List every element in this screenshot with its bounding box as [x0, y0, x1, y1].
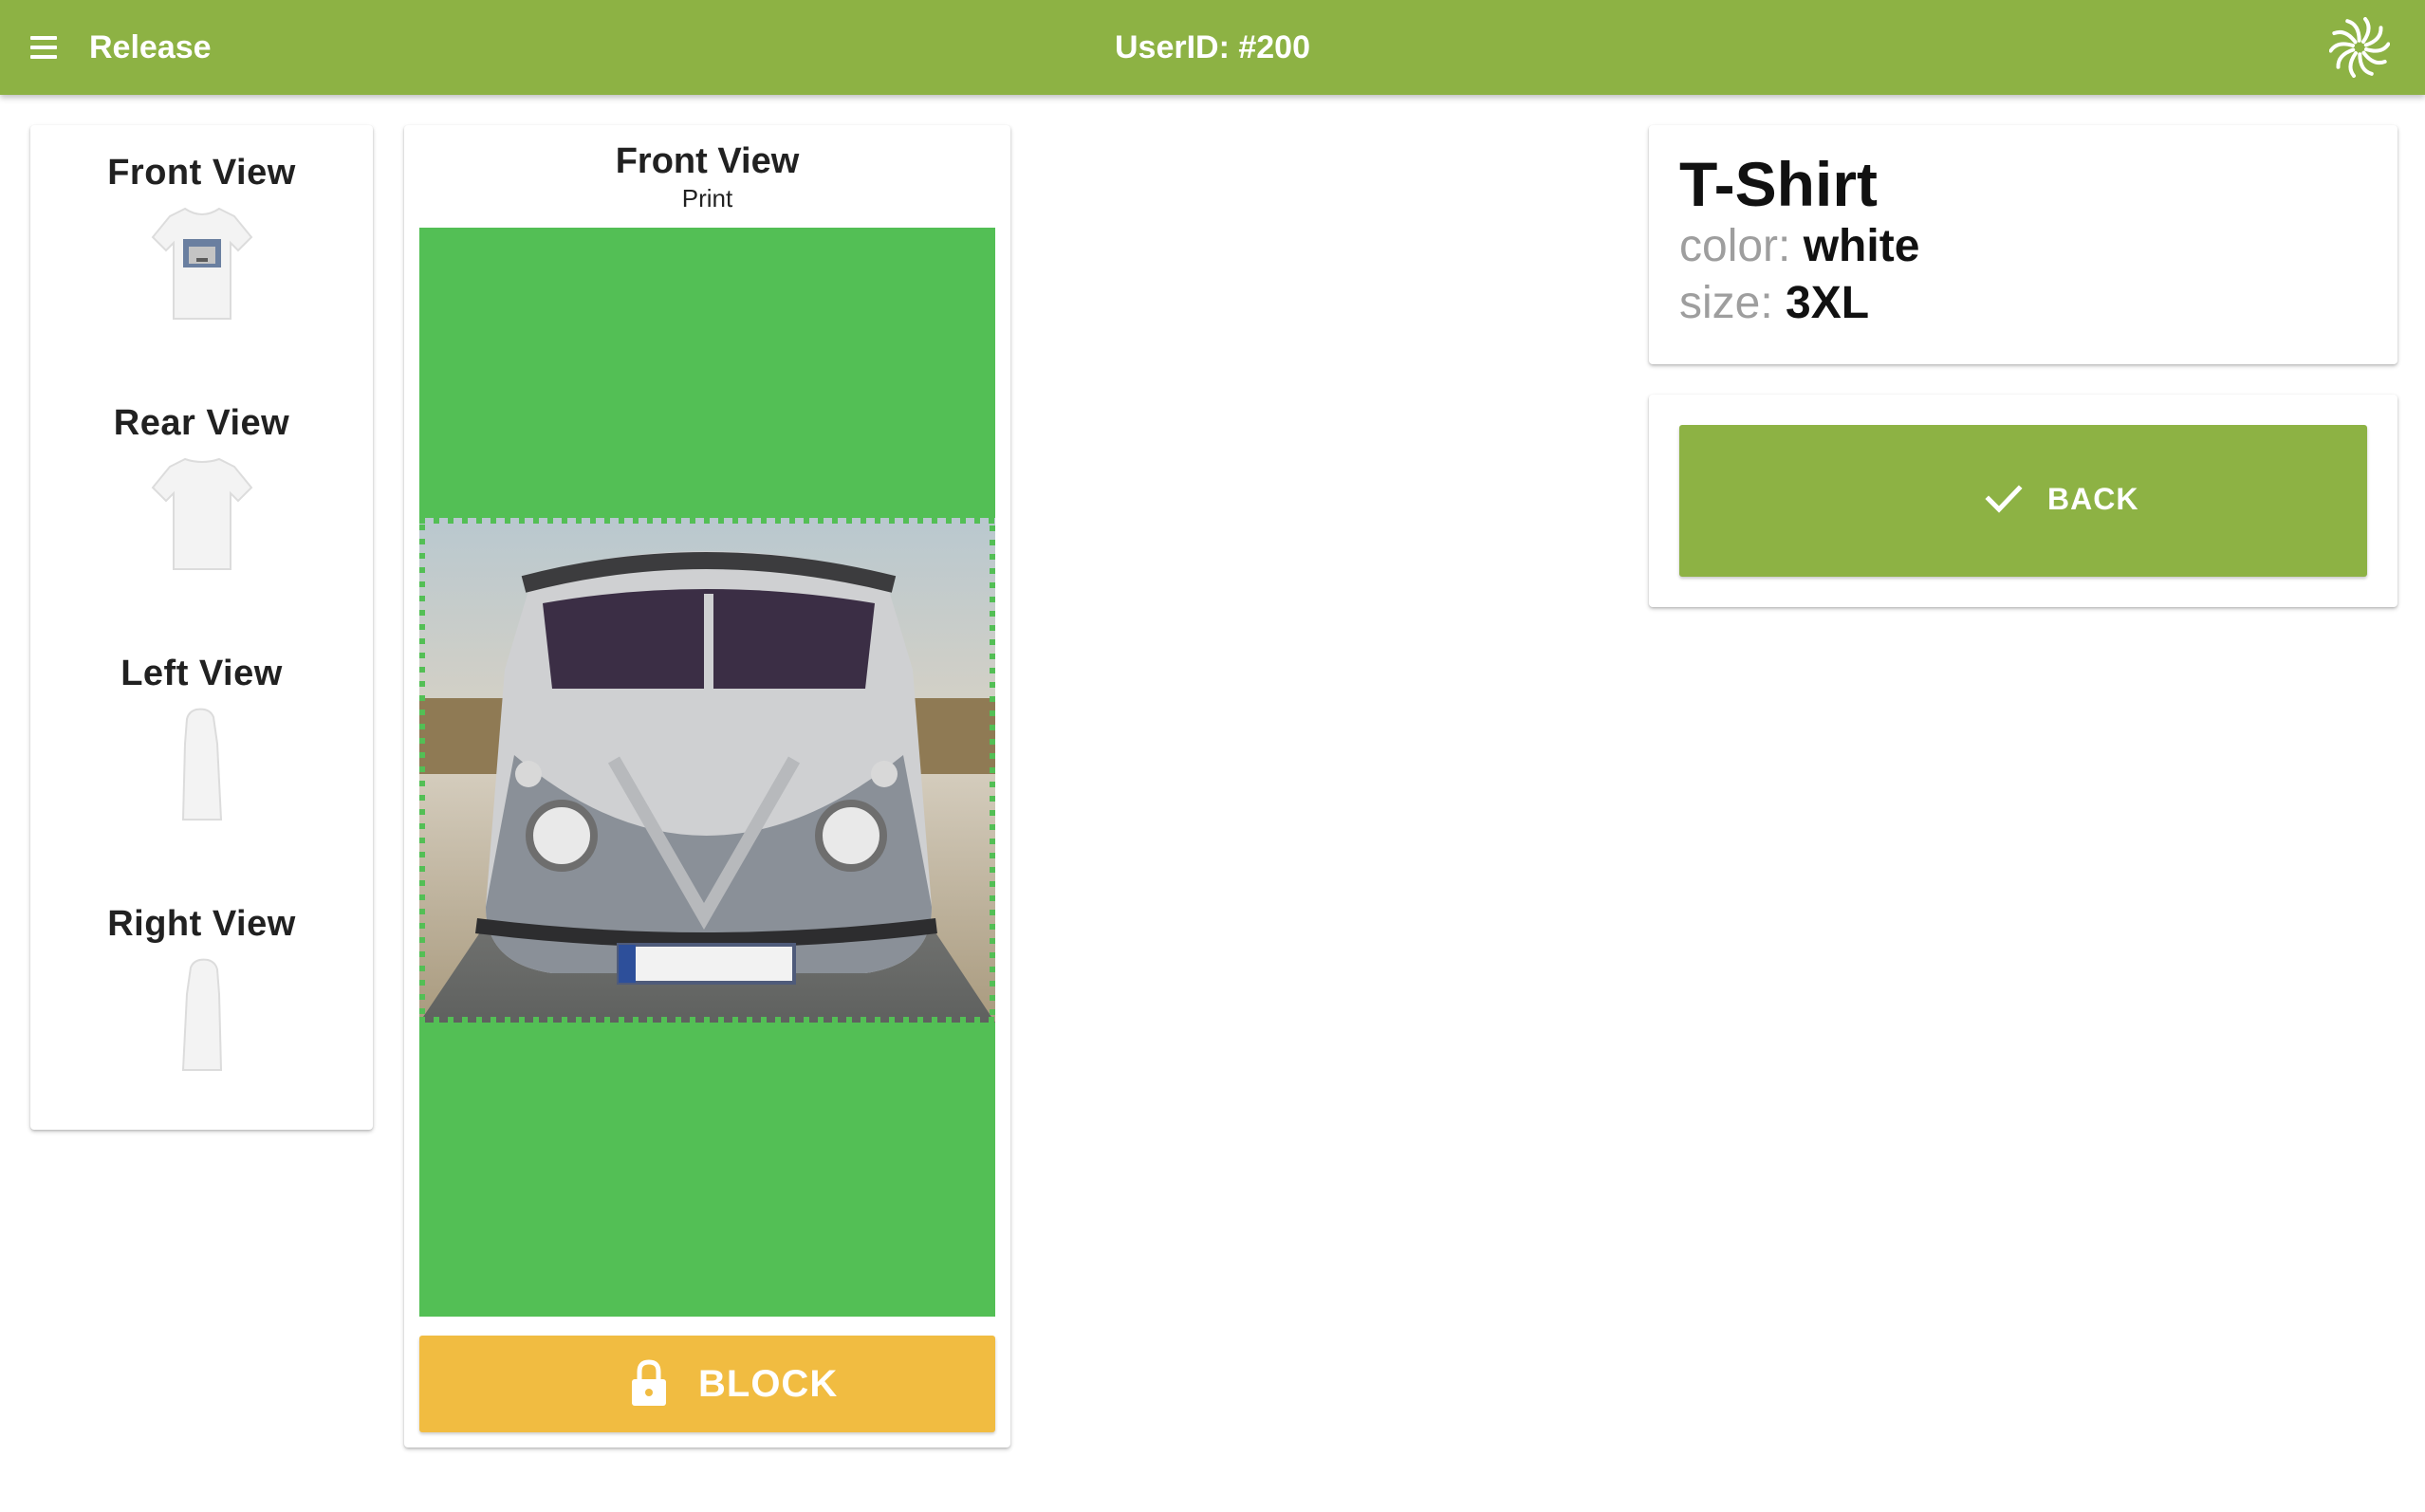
vw-bus-print-image — [419, 518, 995, 1023]
product-size-row: size: 3XL — [1679, 277, 1869, 330]
views-panel: Front View Rear View Left View Right Vie… — [30, 125, 373, 1130]
product-info-card: T-Shirt color: white size: 3XL — [1649, 125, 2397, 364]
user-id-label: UserID: #200 — [1114, 29, 1310, 65]
view-label-right: Right View — [107, 904, 296, 944]
print-panel: Front View Print BLOCK — [404, 125, 1010, 1447]
view-item-rear[interactable]: Rear View — [30, 402, 373, 573]
view-item-right[interactable]: Right View — [30, 903, 373, 1074]
view-label-rear: Rear View — [113, 403, 290, 443]
product-size-key: size: — [1679, 278, 1773, 328]
actions-card: BACK — [1649, 395, 2397, 607]
swirl-logo-icon — [2329, 17, 2390, 78]
back-button-label: BACK — [2047, 482, 2139, 516]
block-button-label: BLOCK — [698, 1363, 839, 1405]
tshirt-left-thumbnail — [181, 708, 222, 821]
product-color-key: color: — [1679, 221, 1791, 271]
menu-icon[interactable] — [28, 34, 63, 61]
tshirt-right-thumbnail — [181, 958, 222, 1071]
product-color-value: white — [1803, 221, 1920, 271]
view-label-left: Left View — [120, 654, 283, 693]
product-size-value: 3XL — [1786, 278, 1870, 328]
view-label-front: Front View — [107, 153, 296, 193]
view-item-left[interactable]: Left View — [30, 653, 373, 823]
view-item-front[interactable]: Front View — [30, 152, 373, 323]
tshirt-rear-thumbnail — [151, 457, 252, 570]
tshirt-front-thumbnail — [151, 207, 252, 320]
print-view-title: Front View — [615, 141, 800, 181]
product-name: T-Shirt — [1679, 149, 1878, 219]
print-area — [419, 228, 995, 1317]
lock-icon — [632, 1359, 666, 1406]
product-color-row: color: white — [1679, 220, 1919, 273]
back-button[interactable]: BACK — [1679, 425, 2367, 577]
check-icon — [1985, 485, 2023, 513]
app-bar: Release UserID: #200 — [0, 0, 2425, 95]
block-button[interactable]: BLOCK — [419, 1336, 995, 1432]
print-view-subtitle: Print — [681, 184, 733, 212]
app-title: Release — [89, 29, 212, 65]
